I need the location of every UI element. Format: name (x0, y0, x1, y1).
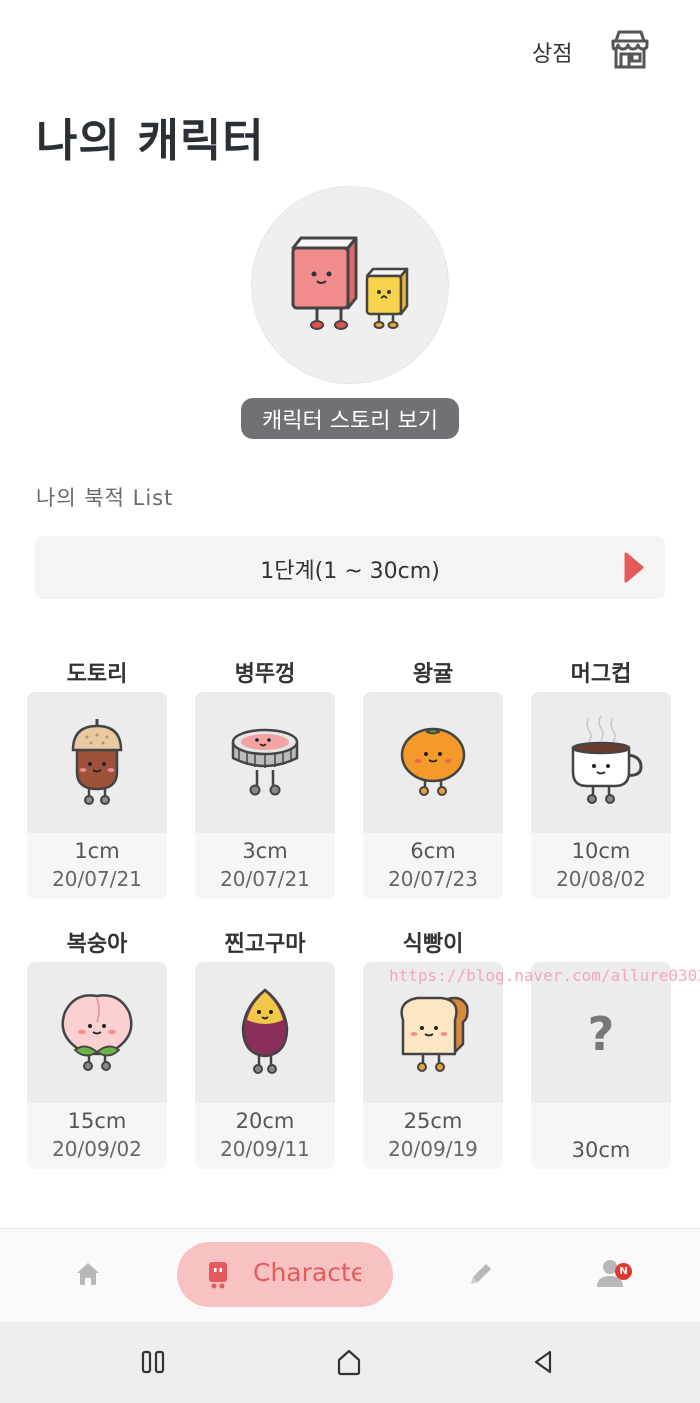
card-name: 복숭아 (66, 932, 128, 957)
card-size: 30cm (571, 1138, 631, 1162)
acorn-illustration (27, 692, 167, 833)
shop-label[interactable]: 상점 (532, 36, 572, 68)
stage-label: 1단계(1 ~ 30cm) (260, 559, 440, 584)
nav-tab-character-label: Characte (253, 1258, 361, 1287)
page-title: 나의 캐릭터 (36, 114, 265, 167)
next-stage-arrow-icon[interactable] (623, 551, 645, 584)
back-icon[interactable] (531, 1349, 555, 1375)
bottle-cap-illustration (195, 692, 335, 833)
card-date: 20/07/21 (52, 867, 142, 891)
watermark: https://blog.naver.com/allure0303 (389, 966, 700, 985)
character-card[interactable]: 6cm 20/07/23 (363, 692, 503, 899)
card-date: 20/07/21 (220, 867, 310, 891)
character-card[interactable]: 3cm 20/07/21 (195, 692, 335, 899)
mug-cup-illustration (531, 692, 671, 833)
system-home-icon[interactable] (335, 1348, 363, 1376)
card-date: 20/09/19 (388, 1137, 478, 1161)
sweet-potato-illustration (195, 962, 335, 1103)
card-size: 1cm (74, 839, 120, 863)
card-date: 20/07/23 (388, 867, 478, 891)
card-name: 왕귤 (412, 662, 454, 687)
peach-illustration (27, 962, 167, 1103)
character-card[interactable]: 1cm 20/07/21 (27, 692, 167, 899)
card-date: 20/08/02 (556, 867, 646, 891)
book-characters-illustration (291, 236, 409, 330)
card-date: 20/09/11 (220, 1137, 310, 1161)
card-size: 6cm (410, 839, 456, 863)
tangerine-illustration (363, 692, 503, 833)
locked-character-card[interactable]: ? 30cm (531, 962, 671, 1169)
card-name: 찐고구마 (224, 932, 306, 957)
character-story-button[interactable]: 캐릭터 스토리 보기 (241, 398, 459, 439)
store-icon[interactable] (608, 27, 652, 71)
card-size: 10cm (571, 839, 631, 863)
card-size: 15cm (67, 1109, 127, 1133)
stage-selector[interactable]: 1단계(1 ~ 30cm) (35, 536, 665, 599)
home-icon[interactable] (74, 1260, 102, 1288)
question-mark-icon: ? (587, 1007, 615, 1061)
character-card[interactable]: 15cm 20/09/02 (27, 962, 167, 1169)
card-size: 20cm (235, 1109, 295, 1133)
recent-apps-icon[interactable] (140, 1350, 166, 1374)
card-date: 20/09/02 (52, 1137, 142, 1161)
card-name: 병뚜껑 (234, 662, 296, 687)
nav-tab-character[interactable]: Characte (177, 1242, 393, 1307)
card-size: 3cm (242, 839, 288, 863)
notification-badge: N (615, 1263, 632, 1280)
card-name: 도토리 (66, 662, 128, 687)
book-list-label: 나의 북적 List (36, 486, 174, 510)
character-icon (209, 1262, 227, 1289)
character-card[interactable]: 10cm 20/08/02 (531, 692, 671, 899)
pencil-icon[interactable] (467, 1260, 495, 1288)
card-name: 머그컵 (570, 662, 632, 687)
character-card[interactable]: 25cm 20/09/19 (363, 962, 503, 1169)
card-name: 식빵이 (402, 932, 464, 957)
card-size: 25cm (403, 1109, 463, 1133)
character-card[interactable]: 20cm 20/09/11 (195, 962, 335, 1169)
